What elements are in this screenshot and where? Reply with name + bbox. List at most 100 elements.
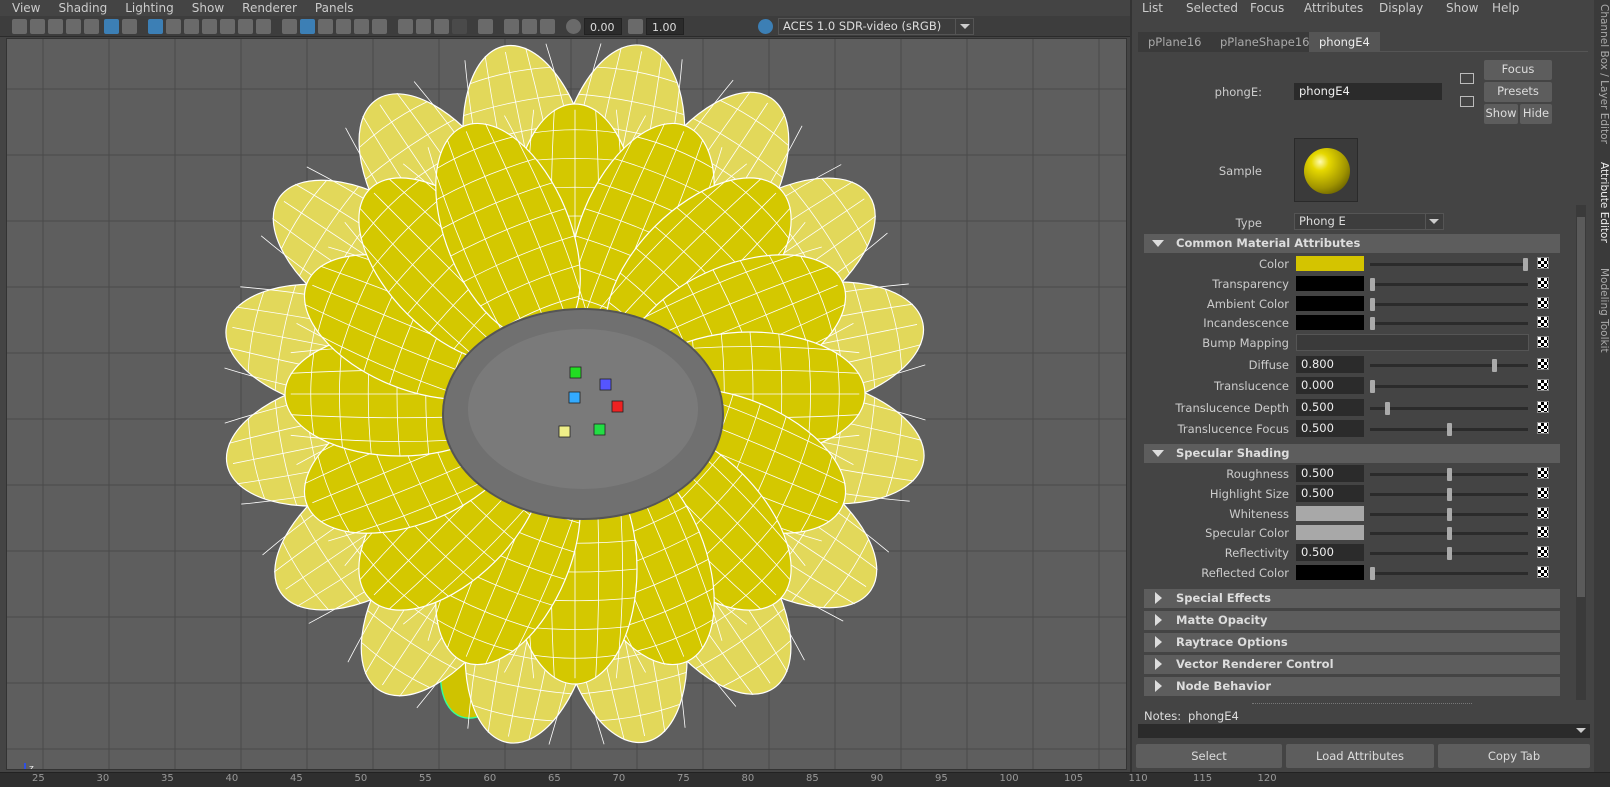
slider-track[interactable] (1370, 277, 1528, 291)
map-button-icon[interactable] (1537, 257, 1549, 269)
wireframe-icon[interactable] (282, 19, 297, 34)
camera-2d-pan-icon[interactable] (84, 19, 99, 34)
slider-track[interactable] (1370, 487, 1528, 501)
ae-scrollbar[interactable] (1576, 205, 1586, 700)
default-material-icon[interactable] (318, 19, 333, 34)
map-button-icon[interactable] (1537, 422, 1549, 435)
manipulator-handle[interactable] (599, 378, 612, 391)
attribute-scroll-area[interactable]: Common Material Attributes Color Transpar… (1144, 234, 1574, 701)
slider-handle[interactable] (1446, 423, 1452, 437)
slider-handle[interactable] (1385, 401, 1391, 415)
tab-pplaneshape16[interactable]: pPlaneShape16 (1210, 32, 1320, 52)
value-field[interactable]: 0.500 (1296, 544, 1364, 562)
ae-menu-help[interactable]: Help (1492, 0, 1519, 16)
section-specular-shading[interactable]: Specular Shading (1144, 444, 1560, 463)
pencil-icon[interactable] (122, 19, 137, 34)
slider-handle[interactable] (1446, 547, 1452, 561)
manipulator-handle[interactable] (611, 400, 624, 413)
slider-handle[interactable] (1523, 258, 1528, 271)
load-attributes-button[interactable]: Load Attributes (1286, 744, 1434, 768)
input-connection-icon[interactable] (1460, 73, 1474, 84)
grid-icon[interactable] (148, 19, 163, 34)
tab-pplane16[interactable]: pPlane16 (1138, 32, 1212, 52)
scene-view[interactable] (7, 39, 1127, 770)
section-raytrace-options[interactable]: Raytrace Options (1144, 633, 1560, 652)
tab-modeling-toolkit[interactable]: Modeling Toolkit (1594, 268, 1610, 353)
tab-attribute-editor[interactable]: Attribute Editor (1594, 162, 1610, 243)
map-button-icon[interactable] (1537, 526, 1549, 539)
depth-of-field-icon[interactable] (452, 19, 467, 34)
smooth-shade-icon[interactable] (300, 19, 315, 34)
ae-menu-show[interactable]: Show (1446, 0, 1478, 16)
node-name-field[interactable]: phongE4 (1294, 83, 1442, 100)
slider-track[interactable] (1370, 423, 1528, 437)
color-swatch[interactable] (1296, 256, 1364, 271)
color-swatch[interactable] (1296, 525, 1364, 541)
map-button-icon[interactable] (1537, 296, 1549, 309)
tab-channel-box[interactable]: Channel Box / Layer Editor (1594, 4, 1610, 144)
slider-track[interactable] (1370, 297, 1528, 311)
section-special-effects[interactable]: Special Effects (1144, 589, 1560, 608)
map-button-icon[interactable] (1537, 467, 1549, 479)
slider-track[interactable] (1370, 258, 1528, 271)
safe-title-icon[interactable] (256, 19, 271, 34)
color-swatch[interactable] (1296, 565, 1364, 580)
xray-components-icon[interactable] (540, 19, 555, 34)
map-button-icon[interactable] (1537, 357, 1549, 370)
gamma-field[interactable]: 1.00 (646, 18, 684, 35)
grease-pencil-icon[interactable] (104, 19, 119, 34)
manipulator-handle[interactable] (569, 366, 582, 379)
color-management-icon[interactable] (758, 19, 773, 34)
select-button[interactable]: Select (1136, 744, 1282, 768)
isolate-select-icon[interactable] (478, 19, 493, 34)
output-connection-icon[interactable] (1460, 96, 1474, 107)
camera-attributes-icon[interactable] (30, 19, 45, 34)
menu-lighting[interactable]: Lighting (125, 0, 174, 16)
bookmark-icon[interactable] (48, 19, 63, 34)
bump-mapping-field[interactable] (1296, 334, 1529, 352)
section-node-behavior[interactable]: Node Behavior (1144, 677, 1560, 696)
value-field[interactable]: 0.800 (1296, 355, 1364, 373)
menu-show[interactable]: Show (192, 0, 224, 16)
motion-blur-icon[interactable] (416, 19, 431, 34)
slider-handle[interactable] (1446, 527, 1452, 541)
ambient-occlusion-icon[interactable] (398, 19, 413, 34)
slider-handle[interactable] (1446, 468, 1452, 481)
ae-menu-display[interactable]: Display (1379, 0, 1423, 16)
slider-handle[interactable] (1370, 380, 1375, 394)
divider-handle[interactable] (1252, 703, 1472, 705)
map-button-icon[interactable] (1537, 506, 1549, 519)
slider-track[interactable] (1370, 401, 1528, 415)
map-button-icon[interactable] (1537, 379, 1549, 392)
section-vector-renderer[interactable]: Vector Renderer Control (1144, 655, 1560, 674)
field-chart-icon[interactable] (220, 19, 235, 34)
slider-handle[interactable] (1370, 297, 1375, 311)
value-field[interactable]: 0.500 (1296, 465, 1364, 482)
value-field[interactable]: 0.500 (1296, 484, 1364, 502)
show-button[interactable]: Show (1484, 104, 1518, 124)
value-field[interactable]: 0.500 (1296, 398, 1364, 416)
map-button-icon[interactable] (1537, 546, 1549, 559)
image-plane-icon[interactable] (66, 19, 81, 34)
menu-view[interactable]: View (12, 0, 40, 16)
copy-tab-button[interactable]: Copy Tab (1438, 744, 1590, 768)
gamma-icon[interactable] (628, 19, 643, 34)
focus-button[interactable]: Focus (1484, 60, 1552, 80)
slider-handle[interactable] (1370, 277, 1375, 291)
menu-renderer[interactable]: Renderer (242, 0, 297, 16)
map-button-icon[interactable] (1537, 486, 1549, 499)
slider-track[interactable] (1370, 527, 1528, 541)
color-swatch[interactable] (1296, 505, 1364, 521)
slider-handle[interactable] (1492, 358, 1498, 372)
hide-button[interactable]: Hide (1520, 104, 1552, 124)
value-field[interactable]: 0.500 (1296, 420, 1364, 438)
menu-shading[interactable]: Shading (58, 0, 107, 16)
map-button-icon[interactable] (1537, 276, 1549, 289)
map-button-icon[interactable] (1537, 316, 1549, 329)
xray-icon[interactable] (504, 19, 519, 34)
manipulator-handle[interactable] (593, 423, 606, 436)
color-swatch[interactable] (1296, 315, 1364, 331)
slider-handle[interactable] (1446, 487, 1452, 501)
color-swatch[interactable] (1296, 295, 1364, 311)
tab-phonge4[interactable]: phongE4 (1309, 32, 1380, 52)
